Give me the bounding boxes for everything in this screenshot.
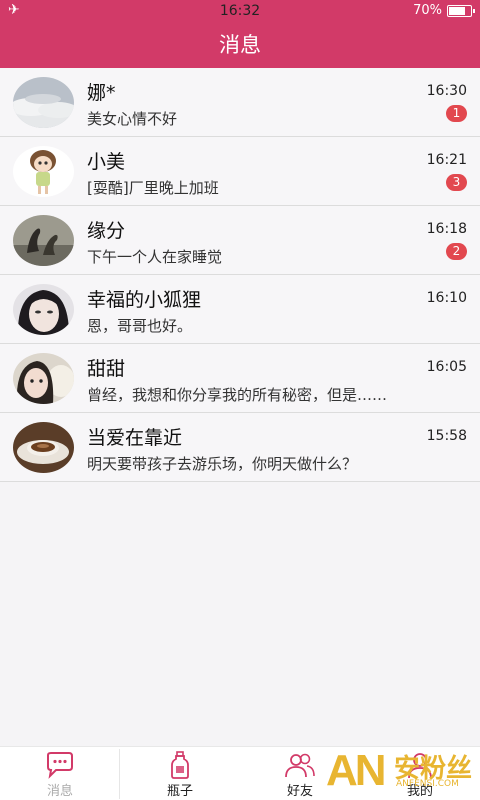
battery-percentage: 70% <box>413 3 442 18</box>
contact-name: 幸福的小狐狸 <box>87 289 202 311</box>
message-time: 15:58 <box>426 428 467 444</box>
avatar[interactable] <box>13 353 74 404</box>
status-time: 16:32 <box>219 3 261 19</box>
message-time: 16:10 <box>426 290 467 306</box>
message-preview: 曾经，我想和你分享我的所有秘密，但是…… <box>87 386 388 404</box>
contact-name: 娜* <box>87 82 116 104</box>
page-title: 消息 <box>0 22 480 68</box>
battery-icon <box>447 5 475 17</box>
message-time: 16:05 <box>426 359 467 375</box>
conversation-item[interactable]: 当爱在靠近 明天要带孩子去游乐场，你明天做什么？ 15:58 <box>0 413 480 482</box>
unread-badge: 1 <box>446 105 467 122</box>
conversation-item[interactable]: 甜甜 曾经，我想和你分享我的所有秘密，但是…… 16:05 <box>0 344 480 413</box>
status-bar: ✈ 16:32 70% <box>0 0 480 22</box>
avatar[interactable] <box>13 77 74 128</box>
tab-label: 瓶子 <box>166 784 193 799</box>
unread-badge: 2 <box>446 243 467 260</box>
conversation-item[interactable]: 小美 [耍酷]厂里晚上加班 16:21 3 <box>0 137 480 206</box>
message-preview: [耍酷]厂里晚上加班 <box>87 179 219 197</box>
tab-bottle[interactable]: 瓶子 <box>120 747 240 800</box>
message-preview: 明天要带孩子去游乐场，你明天做什么？ <box>87 455 358 473</box>
contact-name: 小美 <box>87 151 126 173</box>
avatar[interactable] <box>13 215 74 266</box>
message-time: 16:21 <box>426 152 467 168</box>
conversation-list: 娜* 美女心情不好 16:30 1 小美 [耍酷]厂里晚上加班 16:21 3 <box>0 68 480 482</box>
tab-label: 消息 <box>46 784 73 799</box>
bottle-icon <box>171 751 189 779</box>
message-time: 16:30 <box>426 83 467 99</box>
avatar[interactable] <box>13 146 74 197</box>
tab-messages[interactable]: 消息 <box>0 747 120 800</box>
friends-icon <box>285 753 315 778</box>
watermark-logo: AN 安粉丝 ANFENSI.COM <box>326 746 473 795</box>
avatar[interactable] <box>13 422 74 473</box>
bottom-tab-bar: 消息 瓶子 好友 我的 AN 安粉丝 ANFENSI.COM <box>0 746 480 800</box>
conversation-item[interactable]: 缘分 下午一个人在家睡觉 16:18 2 <box>0 206 480 275</box>
unread-badge: 3 <box>446 174 467 191</box>
chat-bubble-icon <box>47 752 73 779</box>
message-preview: 美女心情不好 <box>87 110 178 128</box>
message-time: 16:18 <box>426 221 467 237</box>
avatar[interactable] <box>13 284 74 335</box>
contact-name: 当爱在靠近 <box>87 427 183 449</box>
contact-name: 缘分 <box>87 220 126 242</box>
message-preview: 下午一个人在家睡觉 <box>87 248 223 266</box>
message-preview: 恩，哥哥也好。 <box>87 317 193 335</box>
conversation-item[interactable]: 幸福的小狐狸 恩，哥哥也好。 16:10 <box>0 275 480 344</box>
contact-name: 甜甜 <box>87 358 126 380</box>
conversation-item[interactable]: 娜* 美女心情不好 16:30 1 <box>0 68 480 137</box>
